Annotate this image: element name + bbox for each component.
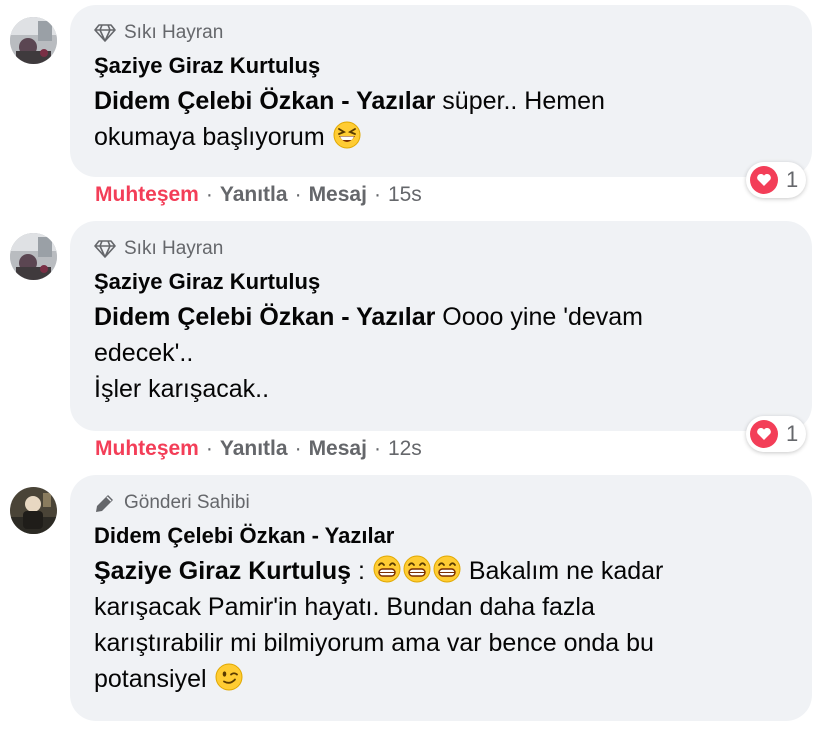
avatar[interactable] [10, 233, 57, 280]
reaction-summary[interactable]: 1 [746, 162, 807, 198]
reaction-button[interactable]: Muhteşem [95, 437, 199, 461]
reaction-summary[interactable]: 1 [746, 416, 807, 452]
avatar[interactable] [10, 487, 57, 534]
reaction-count: 1 [786, 167, 799, 192]
reaction-count: 1 [786, 421, 799, 446]
fan-badge: Sıkı Hayran [94, 235, 788, 263]
heart-icon [750, 166, 778, 194]
comment-author[interactable]: Şaziye Giraz Kurtuluş [94, 267, 788, 297]
comment-text: Didem Çelebi Özkan - Yazılar süper.. Hem… [94, 87, 605, 151]
pen-icon [96, 495, 113, 512]
comment-text: Şaziye Giraz Kurtuluş : Bakalım ne kadar [94, 555, 664, 693]
diamond-icon [94, 240, 116, 258]
badge-label: Sıkı Hayran [124, 238, 224, 259]
comment-author[interactable]: Şaziye Giraz Kurtuluş [94, 51, 788, 81]
mention-link[interactable]: Didem Çelebi Özkan - Yazılar [94, 303, 435, 331]
mention-link[interactable]: Şaziye Giraz Kurtuluş [94, 557, 351, 585]
beaming-face-icon [433, 555, 461, 583]
timestamp[interactable]: 15s [388, 183, 422, 207]
message-button[interactable]: Mesaj [309, 183, 367, 207]
comment-text: Didem Çelebi Özkan - Yazılar Oooo yine '… [94, 303, 644, 403]
message-button[interactable]: Mesaj [309, 437, 367, 461]
winking-face-icon [215, 663, 243, 691]
fan-badge: Sıkı Hayran [94, 19, 788, 47]
diamond-icon [94, 24, 116, 42]
heart-icon [750, 420, 778, 448]
comment-actions: Muhteşem · Yanıtla · Mesaj · 12s [95, 437, 422, 461]
reply-button[interactable]: Yanıtla [220, 183, 288, 207]
comment-bubble: Sıkı Hayran Şaziye Giraz Kurtuluş Didem … [70, 5, 812, 177]
author-badge: Gönderi Sahibi [94, 489, 788, 517]
timestamp[interactable]: 12s [388, 437, 422, 461]
beaming-face-icon [373, 555, 401, 583]
mention-link[interactable]: Didem Çelebi Özkan - Yazılar [94, 87, 435, 115]
comment-bubble: Sıkı Hayran Şaziye Giraz Kurtuluş Didem … [70, 221, 812, 431]
beaming-face-icon [403, 555, 431, 583]
badge-label: Gönderi Sahibi [124, 492, 250, 513]
comment-bubble: Gönderi Sahibi Didem Çelebi Özkan - Yazı… [70, 475, 812, 721]
comment-actions: Muhteşem · Yanıtla · Mesaj · 15s [95, 183, 422, 207]
badge-label: Sıkı Hayran [124, 22, 224, 43]
comment-author[interactable]: Didem Çelebi Özkan - Yazılar [94, 521, 788, 551]
grinning-squinting-face-icon [333, 121, 361, 149]
reply-button[interactable]: Yanıtla [220, 437, 288, 461]
avatar[interactable] [10, 17, 57, 64]
reaction-button[interactable]: Muhteşem [95, 183, 199, 207]
